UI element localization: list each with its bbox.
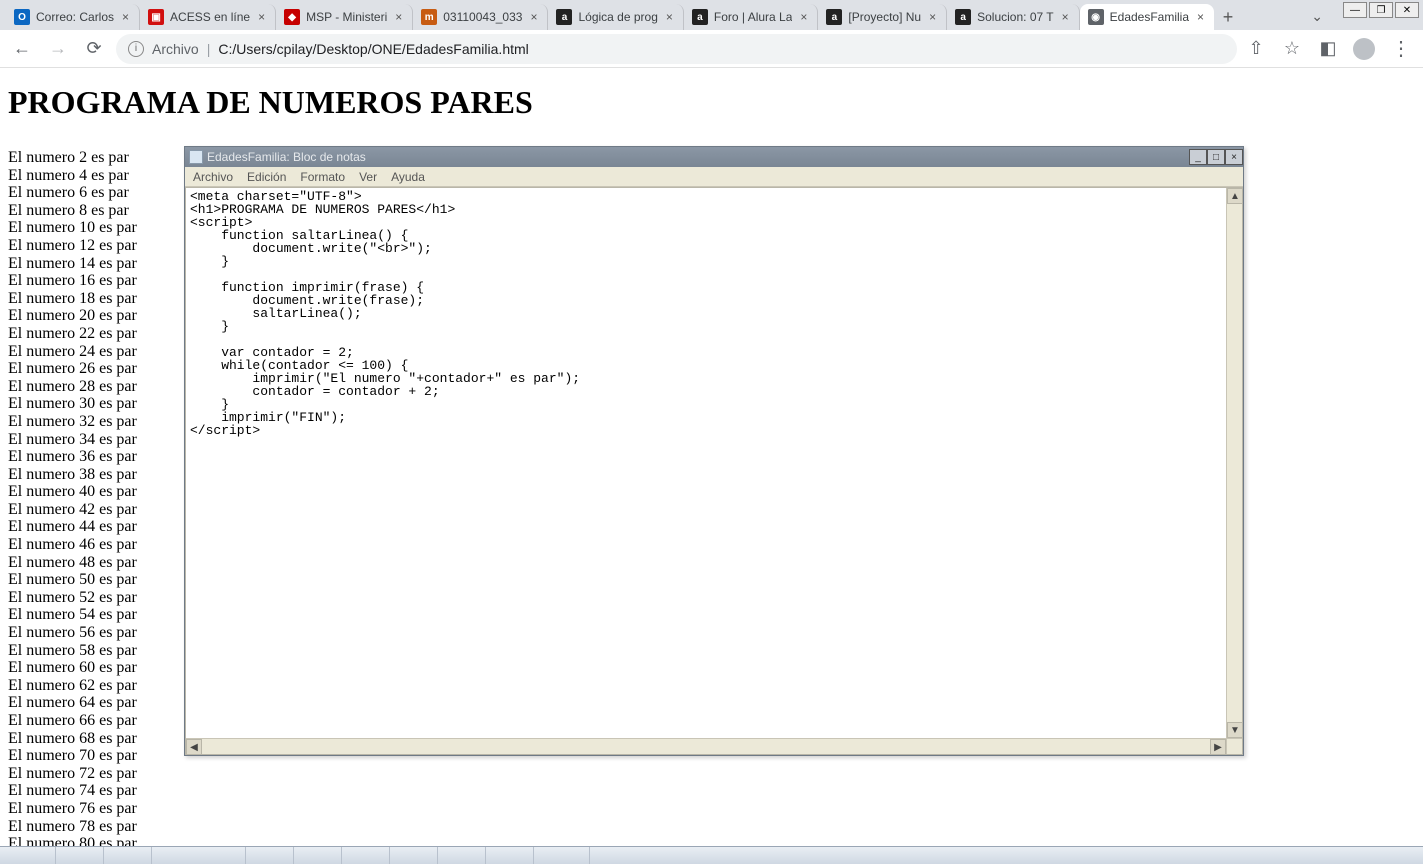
browser-tab-2[interactable]: ◆ MSP - Ministeri × <box>276 4 413 30</box>
notepad-menu-bar: Archivo Edición Formato Ver Ayuda <box>185 167 1243 187</box>
tab-favicon-icon: ◉ <box>1088 9 1104 25</box>
tab-close-icon[interactable]: × <box>1060 10 1071 24</box>
share-icon[interactable]: ⇧ <box>1245 38 1267 59</box>
output-line: El numero 74 es par <box>8 782 1415 800</box>
output-line: El numero 76 es par <box>8 800 1415 818</box>
tab-close-icon[interactable]: × <box>256 10 267 24</box>
scroll-down-icon[interactable]: ▼ <box>1227 722 1243 738</box>
notepad-window[interactable]: EdadesFamilia: Bloc de notas _ □ × Archi… <box>184 146 1244 756</box>
tab-close-icon[interactable]: × <box>1195 10 1206 24</box>
taskbar-item-10[interactable] <box>534 847 590 864</box>
notepad-close-button[interactable]: × <box>1225 149 1243 165</box>
os-minimize-button[interactable]: — <box>1343 2 1367 18</box>
tab-close-icon[interactable]: × <box>120 10 131 24</box>
notepad-menu-item-edición[interactable]: Edición <box>247 170 286 184</box>
profile-avatar[interactable] <box>1353 38 1375 60</box>
bookmark-icon[interactable]: ☆ <box>1281 38 1303 59</box>
tab-close-icon[interactable]: × <box>393 10 404 24</box>
tab-close-icon[interactable]: × <box>798 10 809 24</box>
back-button[interactable]: ← <box>8 35 36 63</box>
browser-tab-6[interactable]: a [Proyecto] Nu × <box>818 4 947 30</box>
taskbar-item-7[interactable] <box>390 847 438 864</box>
tab-favicon-icon: ◆ <box>284 9 300 25</box>
taskbar-item-9[interactable] <box>486 847 534 864</box>
scroll-right-icon[interactable]: ▶ <box>1210 739 1226 755</box>
tab-title: Foro | Alura La <box>714 10 793 24</box>
browser-tab-7[interactable]: a Solucion: 07 T × <box>947 4 1080 30</box>
taskbar-item-2[interactable] <box>104 847 152 864</box>
tab-title: EdadesFamilia <box>1110 10 1189 24</box>
notepad-titlebar[interactable]: EdadesFamilia: Bloc de notas _ □ × <box>185 147 1243 167</box>
notepad-menu-item-ayuda[interactable]: Ayuda <box>391 170 425 184</box>
browser-tabs-row: O Correo: Carlos × ▣ ACESS en líne × ◆ MSP - Mi… <box>0 0 1423 30</box>
browser-toolbar: ← → ⟳ i Archivo | C:/Users/cpilay/Deskto… <box>0 30 1423 68</box>
tab-favicon-icon: ▣ <box>148 9 164 25</box>
tab-favicon-icon: a <box>826 9 842 25</box>
tab-favicon-icon: a <box>692 9 708 25</box>
scroll-up-icon[interactable]: ▲ <box>1227 188 1243 204</box>
browser-right-controls: ⇧ ☆ ◧ ⋮ <box>1245 36 1415 61</box>
address-origin: Archivo <box>152 41 199 57</box>
tab-close-icon[interactable]: × <box>927 10 938 24</box>
browser-tab-5[interactable]: a Foro | Alura La × <box>684 4 819 30</box>
tabs-dropdown-icon[interactable]: ⌄ <box>1311 8 1323 25</box>
notepad-menu-item-formato[interactable]: Formato <box>300 170 345 184</box>
reload-button[interactable]: ⟳ <box>80 35 108 63</box>
tab-favicon-icon: a <box>955 9 971 25</box>
menu-icon[interactable]: ⋮ <box>1389 36 1411 61</box>
tab-favicon-icon: m <box>421 9 437 25</box>
taskbar-item-4[interactable] <box>246 847 294 864</box>
taskbar-item-5[interactable] <box>294 847 342 864</box>
os-taskbar[interactable] <box>0 846 1423 864</box>
browser-tab-0[interactable]: O Correo: Carlos × <box>6 4 140 30</box>
browser-tab-1[interactable]: ▣ ACESS en líne × <box>140 4 276 30</box>
scroll-left-icon[interactable]: ◀ <box>186 739 202 755</box>
page-heading: PROGRAMA DE NUMEROS PARES <box>8 84 1415 121</box>
tab-title: Correo: Carlos <box>36 10 114 24</box>
notepad-vertical-scrollbar[interactable]: ▲ ▼ <box>1226 188 1242 738</box>
tab-title: Lógica de prog <box>578 10 657 24</box>
notepad-text-area[interactable]: <meta charset="UTF-8"> <h1>PROGRAMA DE N… <box>186 188 1226 738</box>
notepad-maximize-button[interactable]: □ <box>1207 149 1225 165</box>
output-line: El numero 78 es par <box>8 818 1415 836</box>
notepad-horizontal-scrollbar[interactable]: ◀ ▶ <box>186 738 1226 754</box>
notepad-body: <meta charset="UTF-8"> <h1>PROGRAMA DE N… <box>185 187 1243 755</box>
site-info-icon[interactable]: i <box>128 41 144 57</box>
browser-tab-4[interactable]: a Lógica de prog × <box>548 4 683 30</box>
tab-close-icon[interactable]: × <box>528 10 539 24</box>
notepad-app-icon <box>189 150 203 164</box>
tab-title: Solucion: 07 T <box>977 10 1054 24</box>
forward-button[interactable]: → <box>44 35 72 63</box>
taskbar-item-1[interactable] <box>56 847 104 864</box>
browser-tab-3[interactable]: m 03110043_033 × <box>413 4 548 30</box>
tab-title: [Proyecto] Nu <box>848 10 921 24</box>
os-close-button[interactable]: ✕ <box>1395 2 1419 18</box>
address-separator: | <box>207 41 211 57</box>
tab-title: ACESS en líne <box>170 10 250 24</box>
os-window-controls: — ❐ ✕ <box>1343 2 1419 18</box>
os-maximize-button[interactable]: ❐ <box>1369 2 1393 18</box>
notepad-menu-item-archivo[interactable]: Archivo <box>193 170 233 184</box>
tab-title: 03110043_033 <box>443 10 522 24</box>
tab-favicon-icon: a <box>556 9 572 25</box>
taskbar-item-3[interactable] <box>152 847 246 864</box>
output-line: El numero 72 es par <box>8 765 1415 783</box>
side-panel-icon[interactable]: ◧ <box>1317 38 1339 59</box>
tab-favicon-icon: O <box>14 9 30 25</box>
new-tab-button[interactable]: + <box>1214 4 1242 30</box>
notepad-title-text: EdadesFamilia: Bloc de notas <box>207 150 1185 164</box>
notepad-menu-item-ver[interactable]: Ver <box>359 170 377 184</box>
address-path: C:/Users/cpilay/Desktop/ONE/EdadesFamili… <box>218 41 528 57</box>
notepad-minimize-button[interactable]: _ <box>1189 149 1207 165</box>
notepad-resize-grip[interactable] <box>1226 738 1242 754</box>
browser-tab-8[interactable]: ◉ EdadesFamilia × <box>1080 4 1214 30</box>
address-bar[interactable]: i Archivo | C:/Users/cpilay/Desktop/ONE/… <box>116 34 1237 64</box>
tab-close-icon[interactable]: × <box>664 10 675 24</box>
tab-title: MSP - Ministeri <box>306 10 387 24</box>
taskbar-item-6[interactable] <box>342 847 390 864</box>
taskbar-item-8[interactable] <box>438 847 486 864</box>
taskbar-item-0[interactable] <box>0 847 56 864</box>
